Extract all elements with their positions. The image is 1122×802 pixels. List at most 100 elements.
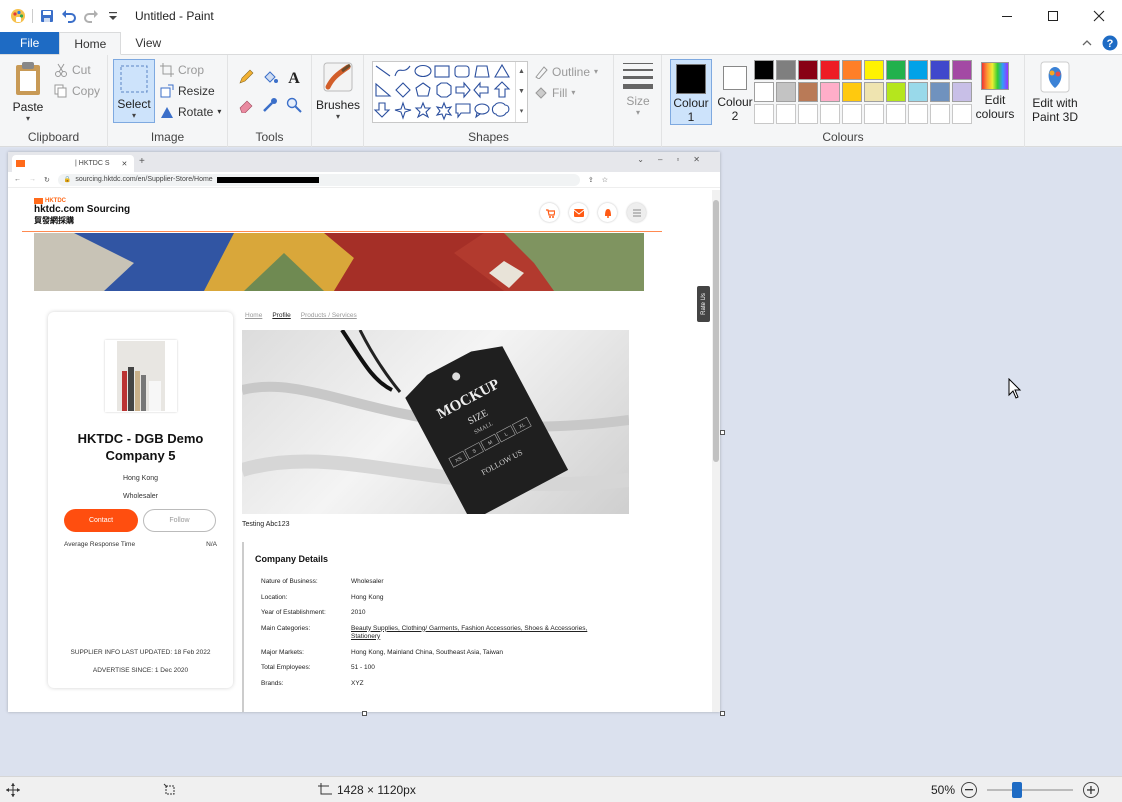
palette-swatch[interactable] [908, 82, 928, 102]
palette-swatch-empty[interactable] [908, 104, 928, 124]
tab-home[interactable]: Home [59, 32, 122, 55]
palette-swatch[interactable] [908, 60, 928, 80]
crop-button[interactable]: Crop [160, 59, 221, 80]
copy-button[interactable]: Copy [54, 80, 100, 101]
help-icon[interactable]: ? [1098, 32, 1122, 54]
breadcrumb-home[interactable]: Home [245, 312, 262, 319]
palette-swatch[interactable] [754, 60, 774, 80]
magnifier-icon[interactable] [286, 97, 302, 113]
share-icon[interactable]: ⇪ [588, 176, 594, 184]
cut-button[interactable]: Cut [54, 59, 100, 80]
zoom-in-button[interactable] [1083, 782, 1099, 798]
outline-dropdown[interactable]: Outline ▾ [534, 61, 598, 82]
canvas-resize-handle-right[interactable] [720, 430, 725, 435]
cart-icon[interactable] [540, 203, 559, 222]
canvas-resize-handle-bottom[interactable] [362, 711, 367, 716]
fill-bucket-icon[interactable] [262, 69, 278, 85]
shapes-gallery[interactable]: ▲ ▼ ▾ [372, 61, 528, 123]
palette-swatch-empty[interactable] [842, 104, 862, 124]
palette-swatch[interactable] [864, 60, 884, 80]
palette-swatch[interactable] [930, 60, 950, 80]
palette-swatch-empty[interactable] [886, 104, 906, 124]
maximize-button[interactable] [1030, 0, 1076, 32]
browser-tab[interactable]: | HKTDC S ✕ [12, 155, 134, 172]
palette-swatch[interactable] [754, 82, 774, 102]
forward-arrow-icon[interactable]: → [29, 176, 36, 183]
close-button[interactable] [1076, 0, 1122, 32]
menu-icon[interactable] [627, 203, 646, 222]
collapse-ribbon-chevron-icon[interactable] [1076, 32, 1098, 54]
palette-swatch-empty[interactable] [820, 104, 840, 124]
detail-value: Beauty Supplies, Clothing/ Garments, Fas… [351, 624, 588, 640]
canvas-resize-handle-corner[interactable] [720, 711, 725, 716]
pasted-screenshot[interactable]: | HKTDC S ✕ + ⌄–▫✕ ← → ↻ 🔒 sourcing.hktd… [8, 152, 720, 712]
browser-tab-close-icon[interactable]: ✕ [122, 160, 128, 168]
size-button[interactable]: Size ▾ [620, 61, 656, 117]
palette-swatch[interactable] [952, 60, 972, 80]
back-arrow-icon[interactable]: ← [14, 176, 21, 183]
browser-scrollbar[interactable] [712, 190, 720, 712]
palette-swatch-empty[interactable] [930, 104, 950, 124]
colour1-button[interactable]: Colour 1 [670, 59, 712, 125]
palette-swatch[interactable] [930, 82, 950, 102]
mail-icon[interactable] [569, 203, 588, 222]
minimize-button[interactable] [984, 0, 1030, 32]
fill-dropdown[interactable]: Fill ▾ [534, 82, 598, 103]
url-field[interactable]: 🔒 sourcing.hktdc.com/en/Supplier-Store/H… [57, 173, 580, 186]
breadcrumb-profile[interactable]: Profile [272, 312, 290, 319]
reload-icon[interactable]: ↻ [44, 176, 50, 184]
eraser-icon[interactable] [238, 97, 254, 113]
tab-file[interactable]: File [0, 32, 60, 54]
palette-swatch[interactable] [864, 82, 884, 102]
palette-swatch-empty[interactable] [952, 104, 972, 124]
palette-swatch[interactable] [842, 60, 862, 80]
rotate-button[interactable]: Rotate ▾ [160, 101, 221, 122]
breadcrumb-products[interactable]: Products / Services [301, 312, 357, 319]
customize-qat-chevron-icon[interactable] [105, 8, 121, 24]
palette-swatch-empty[interactable] [776, 104, 796, 124]
edit-with-paint3d-button[interactable]: Edit with Paint 3D [1027, 59, 1083, 125]
palette-swatch-empty[interactable] [864, 104, 884, 124]
bell-icon[interactable] [598, 203, 617, 222]
colours-group: Colour 1 Colour 2 Edit colours Colours [662, 55, 1024, 147]
palette-swatch[interactable] [798, 82, 818, 102]
palette-swatch[interactable] [842, 82, 862, 102]
undo-icon[interactable] [61, 8, 77, 24]
hktdc-logo[interactable]: HKTDC hktdc.com Sourcing 貿發網採購 [34, 198, 130, 226]
colour2-button[interactable]: Colour 2 [714, 59, 756, 125]
scrollbar-thumb[interactable] [713, 200, 719, 462]
follow-button[interactable]: Follow [143, 509, 216, 532]
palette-swatch[interactable] [776, 82, 796, 102]
edit-colours-button[interactable]: Edit colours [972, 59, 1018, 125]
brushes-button[interactable]: Brushes ▾ [316, 59, 360, 125]
palette-swatch[interactable] [886, 60, 906, 80]
palette-swatch[interactable] [820, 60, 840, 80]
new-tab-button[interactable]: + [139, 156, 145, 167]
palette-swatch[interactable] [952, 82, 972, 102]
selection-size-icon [163, 783, 175, 795]
canvas-area[interactable]: | HKTDC S ✕ + ⌄–▫✕ ← → ↻ 🔒 sourcing.hktd… [0, 148, 1122, 776]
palette-swatch-empty[interactable] [798, 104, 818, 124]
tab-view[interactable]: View [121, 32, 175, 54]
rate-us-tab[interactable]: Rate Us [697, 286, 710, 322]
pencil-icon[interactable] [238, 69, 254, 85]
zoom-slider[interactable] [987, 782, 1073, 798]
paste-button[interactable]: Paste ▾ [6, 59, 50, 125]
zoom-out-button[interactable] [961, 782, 977, 798]
redo-icon[interactable] [83, 8, 99, 24]
star-icon[interactable]: ☆ [602, 176, 608, 184]
paint-app-icon[interactable] [10, 8, 26, 24]
palette-swatch[interactable] [886, 82, 906, 102]
colour-picker-icon[interactable] [262, 97, 278, 113]
palette-swatch[interactable] [798, 60, 818, 80]
palette-swatch[interactable] [776, 60, 796, 80]
paste-label: Paste [12, 100, 44, 114]
save-icon[interactable] [39, 8, 55, 24]
contact-button[interactable]: Contact [64, 509, 138, 532]
resize-button[interactable]: Resize [160, 80, 221, 101]
zoom-slider-thumb[interactable] [1012, 782, 1023, 798]
text-icon[interactable]: A [286, 69, 302, 85]
select-button[interactable]: Select ▾ [113, 59, 155, 123]
palette-swatch[interactable] [820, 82, 840, 102]
palette-swatch-empty[interactable] [754, 104, 774, 124]
